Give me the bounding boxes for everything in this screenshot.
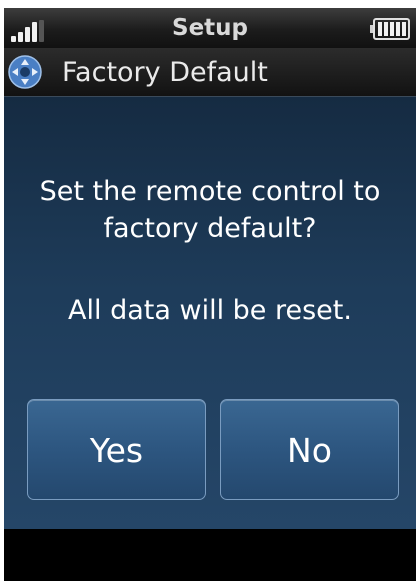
status-title: Setup xyxy=(172,15,248,41)
yes-button[interactable]: Yes xyxy=(27,399,206,500)
status-bar: Setup xyxy=(4,8,416,48)
device-screen: Setup Factory Default Set the remote con… xyxy=(4,8,416,581)
bottom-bar xyxy=(4,529,416,581)
screen-header: Factory Default xyxy=(4,48,416,97)
warning-text: All data will be reset. xyxy=(68,295,352,326)
no-button[interactable]: No xyxy=(220,399,399,500)
question-line-1: Set the remote control to xyxy=(39,176,381,207)
question-line-2: factory default? xyxy=(103,213,317,244)
battery-icon xyxy=(370,18,410,40)
dpad-icon xyxy=(8,55,42,89)
confirm-dialog: Set the remote control to factory defaul… xyxy=(4,97,416,529)
page-title: Factory Default xyxy=(62,57,268,88)
